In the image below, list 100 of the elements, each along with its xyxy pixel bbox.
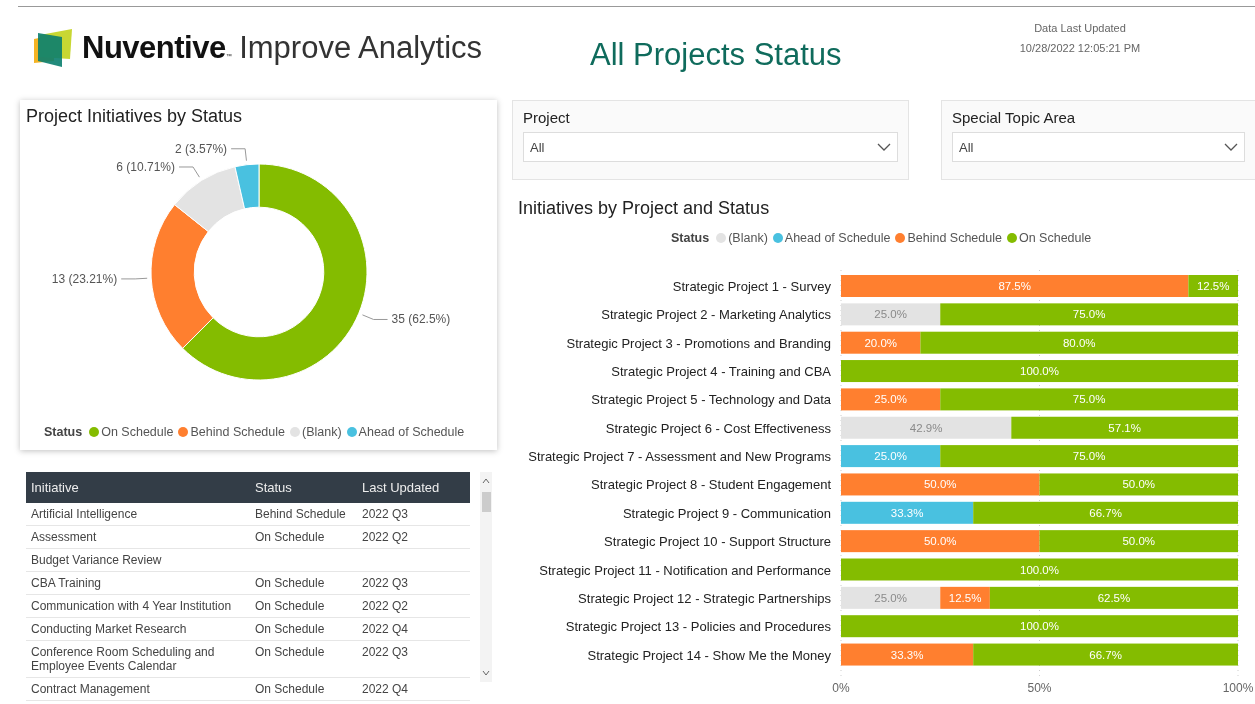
legend-label: Behind Schedule bbox=[907, 231, 1002, 245]
category-label: Strategic Project 3 - Promotions and Branding bbox=[566, 335, 831, 351]
bar-value-label: 42.9% bbox=[909, 421, 943, 434]
bar-value-label: 20.0% bbox=[864, 336, 897, 349]
axis-tick-label: 0% bbox=[832, 680, 850, 695]
bar-value-label: 57.1% bbox=[1108, 421, 1141, 434]
bar-value-label: 12.5% bbox=[948, 591, 982, 604]
leader-line bbox=[361, 314, 389, 320]
filter-label: Special Topic Area bbox=[952, 109, 1077, 126]
category-label: Strategic Project 7 - Assessment and New Programs bbox=[528, 449, 831, 465]
table-cell: 2022 Q3 bbox=[362, 507, 409, 521]
bar-value-label: 50.0% bbox=[1122, 535, 1156, 548]
category-label: Strategic Project 5 - Technology and Data bbox=[591, 392, 831, 408]
dropdown-field[interactable]: All bbox=[952, 132, 1245, 162]
bar-value-label: 100.0% bbox=[1020, 365, 1059, 378]
bar-value-label: 12.5% bbox=[1196, 280, 1230, 292]
bar-value-label: 66.7% bbox=[1089, 506, 1122, 519]
table-cell-text: Conducting Market Research bbox=[30, 622, 188, 636]
table-cell: 2022 Q2 bbox=[362, 530, 409, 544]
bar-value-label: 75.0% bbox=[1072, 393, 1106, 406]
table-cell-text: Contract Management bbox=[30, 682, 151, 696]
updated-label: Data Last Updated bbox=[1034, 22, 1126, 34]
bar-value-label: 50.0% bbox=[923, 535, 957, 548]
legend-label: Ahead of Schedule bbox=[784, 231, 891, 245]
chevron-down-icon bbox=[877, 143, 891, 151]
table-cell: 2022 Q3 bbox=[362, 576, 409, 590]
filter-label: Project bbox=[523, 109, 571, 126]
legend-label: (Blank) bbox=[728, 231, 768, 245]
table-cell-text: Communication with 4 Year Institution bbox=[30, 599, 233, 613]
category-label: Strategic Project 4 - Training and CBA bbox=[611, 364, 831, 380]
category-label: Strategic Project 10 - Support Structure bbox=[604, 534, 831, 550]
leader-line bbox=[178, 166, 200, 178]
legend-label: Behind Schedule bbox=[190, 425, 285, 439]
bar-value-label: 25.0% bbox=[874, 393, 907, 406]
table-cell: On Schedule bbox=[255, 622, 325, 636]
column-header[interactable]: Status bbox=[250, 480, 357, 495]
bar-value-label: 66.7% bbox=[1089, 648, 1122, 661]
product-name: Improve Analytics bbox=[239, 30, 483, 66]
leader-line bbox=[230, 148, 247, 162]
bar-value-label: 25.0% bbox=[874, 308, 907, 321]
table-cell: On Schedule bbox=[255, 576, 325, 590]
table-cell: On Schedule bbox=[255, 599, 325, 613]
bar-value-label: 50.0% bbox=[923, 478, 957, 491]
table-cell-text: Artificial Intelligence bbox=[30, 507, 139, 521]
table-cell: Behind Schedule bbox=[255, 507, 346, 521]
column-header[interactable]: Last Updated bbox=[357, 480, 467, 495]
axis-tick-label: 50% bbox=[1027, 680, 1052, 695]
bar-value-label: 33.3% bbox=[890, 648, 924, 661]
table-cell-text: Budget Variance Review bbox=[30, 553, 163, 567]
table-cell-text: CBA Training bbox=[30, 576, 103, 590]
scroll-up-icon[interactable] bbox=[482, 478, 490, 484]
chart-title: Project Initiatives by Status bbox=[25, 105, 244, 127]
axis-tick-label: 100% bbox=[1222, 680, 1253, 695]
dropdown-field[interactable]: All bbox=[523, 132, 898, 162]
legend-label: On Schedule bbox=[1018, 231, 1092, 245]
table-cell-text: Conference Room Scheduling and Employee Events Calendar bbox=[30, 645, 216, 673]
table-cell: 2022 Q3 bbox=[362, 645, 409, 659]
bar-value-label: 25.0% bbox=[874, 591, 907, 604]
category-label: Strategic Project 8 - Student Engagement bbox=[591, 477, 831, 493]
table-cell: On Schedule bbox=[255, 645, 325, 659]
legend-label: On Schedule bbox=[101, 425, 174, 439]
category-label: Strategic Project 12 - Strategic Partnerships bbox=[578, 590, 831, 606]
bar-value-label: 62.5% bbox=[1097, 591, 1131, 604]
bar-value-label: 50.0% bbox=[1122, 478, 1156, 491]
bar-value-label: 33.3% bbox=[890, 506, 924, 519]
slice-label: 2 (3.57%) bbox=[175, 141, 228, 156]
slice-label: 6 (10.71%) bbox=[116, 160, 176, 174]
bar-value-label: 75.0% bbox=[1072, 308, 1106, 321]
logo-icon bbox=[32, 27, 74, 69]
legend-label: (Blank) bbox=[302, 425, 342, 439]
column-header[interactable]: Initiative bbox=[26, 480, 250, 495]
bar-value-label: 25.0% bbox=[874, 450, 907, 463]
scrollbar[interactable] bbox=[480, 472, 492, 682]
slice-label: 35 (62.5%) bbox=[391, 312, 451, 327]
category-label: Strategic Project 1 - Survey bbox=[672, 279, 831, 294]
bar-value-label: 75.0% bbox=[1072, 450, 1106, 463]
bar-value-label: 87.5% bbox=[998, 280, 1031, 292]
table-cell: 2022 Q2 bbox=[362, 599, 409, 613]
legend-title: Status bbox=[671, 231, 710, 245]
category-label: Strategic Project 13 - Policies and Procedures bbox=[565, 619, 831, 635]
slice-label: 13 (23.21%) bbox=[51, 271, 118, 286]
scroll-down-icon[interactable] bbox=[482, 670, 490, 676]
table-cell: On Schedule bbox=[255, 682, 325, 696]
scroll-thumb[interactable] bbox=[481, 492, 491, 512]
category-label: Strategic Project 2 - Marketing Analytics bbox=[601, 307, 831, 323]
category-label: Strategic Project 6 - Cost Effectiveness bbox=[605, 420, 831, 436]
table-cell: 2022 Q4 bbox=[362, 682, 409, 696]
bar-value-label: 100.0% bbox=[1020, 620, 1059, 633]
bar-value-label: 80.0% bbox=[1062, 336, 1096, 349]
category-label: Strategic Project 11 - Notification and Performance bbox=[539, 562, 831, 578]
table-cell: On Schedule bbox=[255, 530, 325, 544]
chart-title: Initiatives by Project and Status bbox=[517, 197, 771, 219]
bar-value-label: 100.0% bbox=[1020, 563, 1059, 576]
chevron-down-icon bbox=[1224, 143, 1238, 151]
page-title: All Projects Status bbox=[590, 37, 843, 73]
table-cell: 2022 Q4 bbox=[362, 622, 409, 636]
category-label: Strategic Project 9 - Communication bbox=[622, 505, 831, 521]
table-cell-text: Assessment bbox=[30, 530, 98, 544]
legend-title: Status bbox=[44, 425, 83, 439]
category-label: Strategic Project 14 - Show Me the Money bbox=[587, 647, 831, 663]
